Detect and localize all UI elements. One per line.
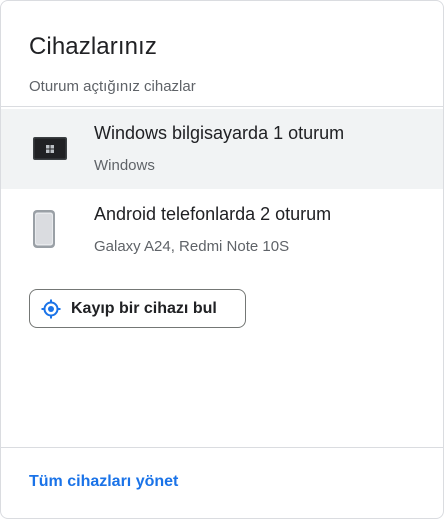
- manage-all-devices-link[interactable]: Tüm cihazları yönet: [29, 473, 178, 491]
- find-lost-device-label: Kayıp bir cihazı bul: [71, 299, 217, 317]
- device-row-windows[interactable]: Windows bilgisayarda 1 oturum Windows: [1, 109, 443, 189]
- find-lost-device-button[interactable]: Kayıp bir cihazı bul: [29, 289, 246, 328]
- devices-card: Cihazlarınız Oturum açtığınız cihazlar W…: [0, 0, 444, 519]
- device-name: Windows bilgisayarda 1 oturum: [94, 123, 345, 143]
- bottom-divider: [1, 447, 443, 448]
- card-title: Cihazlarınız: [29, 33, 157, 60]
- top-divider: [1, 106, 443, 107]
- smartphone-icon: [33, 210, 55, 253]
- device-detail: Windows: [94, 157, 155, 174]
- device-detail: Galaxy A24, Redmi Note 10S: [94, 238, 290, 255]
- device-row-android[interactable]: Android telefonlarda 2 oturum Galaxy A24…: [1, 190, 443, 270]
- device-name: Android telefonlarda 2 oturum: [94, 204, 332, 224]
- location-target-icon: [41, 299, 61, 319]
- card-subtitle: Oturum açtığınız cihazlar: [29, 78, 196, 95]
- laptop-icon: [33, 137, 67, 166]
